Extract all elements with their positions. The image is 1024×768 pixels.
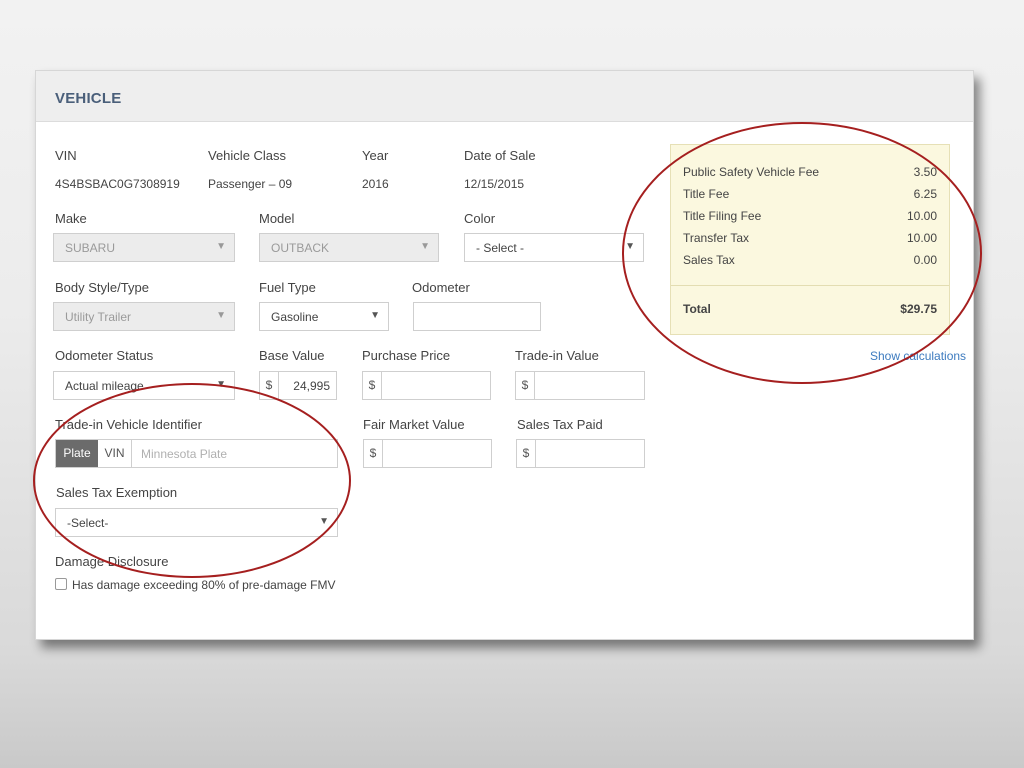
odometer-status-label: Odometer Status <box>55 348 154 363</box>
purchase-price-label: Purchase Price <box>362 348 451 363</box>
vin-value: 4S4BSBAC0G7308919 <box>55 177 180 191</box>
fees-divider <box>671 285 949 286</box>
damage-checkbox-label: Has damage exceeding 80% of pre-damage F… <box>72 578 336 592</box>
fee-label: Title Filing Fee <box>683 209 762 223</box>
fair-market-value-input[interactable]: $ <box>363 439 492 468</box>
date-of-sale-label: Date of Sale <box>464 148 536 163</box>
damage-checkbox[interactable] <box>55 578 67 590</box>
fee-total-label: Total <box>683 302 711 316</box>
year-value: 2016 <box>362 177 389 191</box>
odometer-input[interactable] <box>413 302 541 331</box>
fuel-type-select-value: Gasoline <box>271 310 319 324</box>
color-select-value: - Select - <box>476 241 525 255</box>
dollar-addon: $ <box>260 372 279 399</box>
vehicle-class-label: Vehicle Class <box>208 148 287 163</box>
make-select-value: SUBARU <box>65 241 116 255</box>
date-of-sale-value: 12/15/2015 <box>464 177 525 191</box>
fee-label: Transfer Tax <box>683 231 750 245</box>
odometer-label: Odometer <box>412 280 470 295</box>
base-value-input[interactable]: $ 24,995 <box>259 371 337 400</box>
fuel-type-select[interactable]: Gasoline ▼ <box>259 302 389 331</box>
panel-header: VEHICLE <box>36 71 973 122</box>
chevron-down-icon: ▼ <box>216 310 226 321</box>
vin-label: VIN <box>55 148 77 163</box>
fee-label: Title Fee <box>683 187 730 201</box>
fee-label: Sales Tax <box>683 253 735 267</box>
fee-row: Public Safety Vehicle Fee 3.50 <box>683 165 937 185</box>
fee-amount: 10.00 <box>906 231 937 245</box>
year-label: Year <box>362 148 389 163</box>
body-style-select-value: Utility Trailer <box>65 310 132 324</box>
fee-amount: 3.50 <box>913 165 937 179</box>
fee-row: Title Fee 6.25 <box>683 187 937 207</box>
fee-row: Sales Tax 0.00 <box>683 253 937 273</box>
trade-in-value-input[interactable]: $ <box>515 371 645 400</box>
odometer-status-select-value: Actual mileage <box>65 379 144 393</box>
show-calculations-link[interactable]: Show calculations <box>870 349 966 363</box>
color-label: Color <box>464 211 496 226</box>
dollar-addon: $ <box>364 440 383 467</box>
fee-amount: 0.00 <box>913 253 937 267</box>
fees-summary: Public Safety Vehicle Fee 3.50 Title Fee… <box>670 144 950 335</box>
sales-tax-paid-label: Sales Tax Paid <box>517 417 603 432</box>
fee-amount: 6.25 <box>913 187 937 201</box>
dollar-addon: $ <box>516 372 535 399</box>
sales-tax-exemption-label: Sales Tax Exemption <box>56 485 178 500</box>
trade-in-identifier-group: Plate VIN Minnesota Plate <box>55 439 338 468</box>
trade-in-identifier-input[interactable]: Minnesota Plate <box>141 447 227 461</box>
model-label: Model <box>259 211 295 226</box>
damage-disclosure-label: Damage Disclosure <box>55 554 169 569</box>
chevron-down-icon: ▼ <box>625 241 635 252</box>
fee-amount: 10.00 <box>906 209 937 223</box>
body-style-label: Body Style/Type <box>55 280 149 295</box>
vin-tab[interactable]: VIN <box>98 440 132 467</box>
fuel-type-label: Fuel Type <box>259 280 316 295</box>
fee-row: Title Filing Fee 10.00 <box>683 209 937 229</box>
fee-total-amount: $29.75 <box>900 302 937 316</box>
fee-row: Transfer Tax 10.00 <box>683 231 937 251</box>
dollar-addon: $ <box>517 440 536 467</box>
color-select[interactable]: - Select - ▼ <box>464 233 644 262</box>
fee-label: Public Safety Vehicle Fee <box>683 165 820 179</box>
base-value-label: Base Value <box>259 348 325 363</box>
panel-title: VEHICLE <box>55 90 122 107</box>
make-select: SUBARU ▼ <box>53 233 235 262</box>
vehicle-panel: VEHICLE VIN 4S4BSBAC0G7308919 Vehicle Cl… <box>35 70 974 640</box>
fee-total-row: Total $29.75 <box>683 302 937 322</box>
vehicle-class-value: Passenger – 09 <box>208 177 293 191</box>
fair-market-value-label: Fair Market Value <box>363 417 465 432</box>
sales-tax-paid-input[interactable]: $ <box>516 439 645 468</box>
trade-in-value-label: Trade-in Value <box>515 348 599 363</box>
chevron-down-icon: ▼ <box>319 516 329 527</box>
chevron-down-icon: ▼ <box>216 241 226 252</box>
body-style-select: Utility Trailer ▼ <box>53 302 235 331</box>
plate-tab[interactable]: Plate <box>56 440 98 467</box>
purchase-price-input[interactable]: $ <box>362 371 491 400</box>
base-value-input-value: 24,995 <box>293 379 330 393</box>
chevron-down-icon: ▼ <box>370 310 380 321</box>
sales-tax-exemption-select[interactable]: -Select- ▼ <box>55 508 338 537</box>
trade-in-identifier-label: Trade-in Vehicle Identifier <box>55 417 202 432</box>
dollar-addon: $ <box>363 372 382 399</box>
odometer-status-select[interactable]: Actual mileage ▼ <box>53 371 235 400</box>
model-select: OUTBACK ▼ <box>259 233 439 262</box>
chevron-down-icon: ▼ <box>420 241 430 252</box>
sales-tax-exemption-select-value: -Select- <box>67 516 109 530</box>
chevron-down-icon: ▼ <box>216 379 226 390</box>
make-label: Make <box>55 211 87 226</box>
model-select-value: OUTBACK <box>271 241 330 255</box>
